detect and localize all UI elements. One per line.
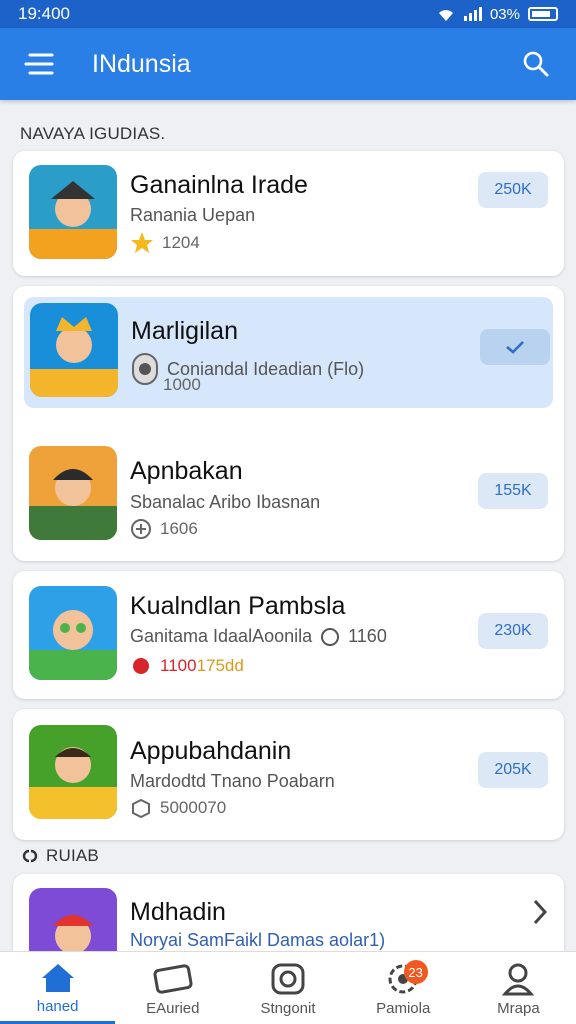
status-bar: 19:400 03% — [0, 0, 576, 28]
app-card[interactable]: Appubahdanin Mardodtd Tnano Poabarn 5000… — [13, 709, 564, 840]
app-meta: 5000070 — [160, 798, 227, 817]
size-badge[interactable]: 250K — [478, 172, 548, 208]
app-subtitle: Sbanalac Aribo Ibasnan — [130, 492, 321, 512]
wifi-icon — [438, 10, 453, 21]
chevron-right-icon[interactable] — [531, 898, 549, 926]
nav-item-pamiola[interactable]: 23 Pamiola — [346, 952, 461, 1024]
menu-button[interactable] — [20, 45, 58, 83]
size-badge[interactable]: 155K — [478, 473, 548, 509]
battery-icon — [528, 7, 558, 21]
installed-check-button[interactable] — [480, 329, 550, 365]
app-name: Kualndlan Pambsla — [130, 592, 346, 620]
nav-item-home[interactable]: haned — [0, 952, 116, 1024]
check-icon — [506, 341, 524, 354]
nav-label: Stngonit — [260, 1000, 316, 1017]
app-card[interactable]: Ganainlna Irade Ranania Uepan 1204 250K — [13, 151, 564, 276]
link-icon — [22, 849, 38, 863]
app-icon — [29, 446, 117, 540]
size-badge[interactable]: 230K — [478, 613, 548, 649]
nav-item-mrapa[interactable]: Mrapa — [461, 952, 576, 1024]
section-heading-bottom: RUIAB — [46, 846, 99, 865]
nav-label: Mrapa — [497, 1000, 540, 1017]
camera-icon — [132, 353, 158, 385]
nav-label: haned — [36, 998, 79, 1015]
app-card[interactable]: Kualndlan Pambsla Ganitama IdaalAoonila … — [13, 571, 564, 699]
nav-item-stngonit[interactable]: Stngonit — [230, 952, 345, 1024]
app-name: Appubahdanin — [130, 737, 292, 765]
search-icon — [523, 51, 549, 77]
signal-icon — [463, 7, 482, 21]
flower-icon — [133, 658, 149, 674]
app-subtitle: Ranania Uepan — [130, 205, 256, 225]
menu-icon — [24, 53, 54, 75]
app-name: Apnbakan — [130, 457, 243, 485]
leaf-icon — [131, 519, 151, 539]
app-meta: 1204 — [162, 233, 200, 252]
home-icon — [41, 964, 74, 992]
battery-percent: 03% — [489, 5, 520, 23]
app-bar: INdunsia — [0, 28, 576, 100]
app-icon — [29, 725, 117, 819]
app-name: Ganainlna Irade — [130, 171, 308, 199]
app-meta: 1100 — [160, 656, 197, 675]
app-card-group: Marligilan Coniandal Ideadian (Flo) 1000… — [13, 286, 564, 561]
section-heading-top: NAVAYA IGUDIAS. — [20, 124, 166, 143]
camera-icon — [271, 963, 305, 995]
app-row-selected[interactable]: Marligilan Coniandal Ideadian (Flo) 1000 — [24, 297, 553, 408]
size-badge[interactable]: 205K — [478, 752, 548, 788]
nav-label: Pamiola — [376, 1000, 431, 1017]
box-icon — [132, 798, 150, 819]
app-meta-extra: 175dd — [196, 656, 244, 675]
app-icon — [29, 165, 117, 259]
clock-icon — [321, 627, 340, 646]
app-icon — [30, 303, 118, 397]
nav-label: EAuried — [146, 1000, 200, 1017]
nav-item-featured[interactable]: EAuried — [115, 952, 230, 1024]
person-icon — [502, 963, 535, 996]
app-subtitle-extra: 1160 — [348, 626, 387, 646]
page-title: INdunsia — [92, 49, 191, 78]
app-subtitle: Ganitama IdaalAoonila — [130, 626, 313, 646]
search-button[interactable] — [516, 44, 556, 84]
app-icon — [29, 586, 117, 680]
app-subtitle: Mardodtd Tnano Poabarn — [130, 771, 335, 791]
bottom-navigation: haned EAuried Stngonit 23 Pamiola Mrapa — [0, 951, 576, 1024]
app-meta: 1000 — [163, 375, 201, 394]
app-name: Mdhadin — [130, 898, 226, 926]
star-icon — [131, 232, 153, 253]
notification-badge: 23 — [403, 960, 428, 984]
app-meta: 1606 — [160, 519, 198, 538]
ticket-icon — [153, 964, 193, 994]
app-name: Marligilan — [131, 317, 238, 345]
app-subtitle: Noryai SamFaikl Damas aolar1) — [130, 930, 386, 950]
status-time: 19:400 — [18, 4, 70, 23]
